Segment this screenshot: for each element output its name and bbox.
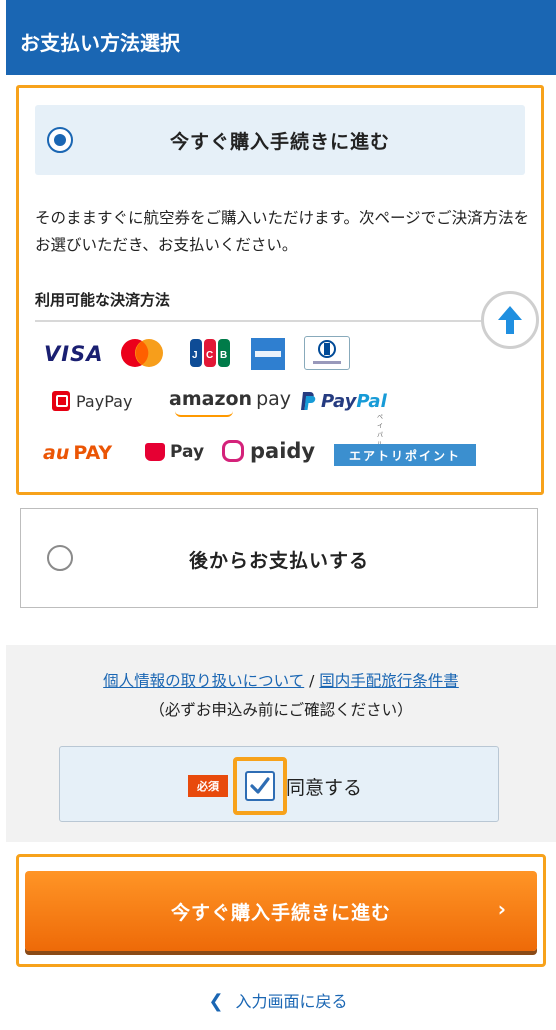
cta-highlight: 今すぐ購入手続きに進む › xyxy=(16,854,546,967)
merpay-logo: Pay xyxy=(145,442,204,462)
agree-box[interactable]: 必須 同意する xyxy=(59,746,499,822)
terms-note: （必ずお申込み前にご確認ください） xyxy=(149,701,413,719)
amazon-pay-brand: amazon xyxy=(169,388,253,410)
paypay-icon xyxy=(52,391,70,411)
au-pay-au: au xyxy=(43,442,70,464)
diners-club-logo xyxy=(304,336,350,370)
merpay-icon xyxy=(145,443,165,461)
au-pay-logo: au PAY xyxy=(43,442,112,464)
page-title: お支払い方法選択 xyxy=(20,31,180,55)
jcb-logo-j: J xyxy=(192,350,198,361)
visa-logo: VISA xyxy=(44,342,104,366)
back-label: 入力画面に戻る xyxy=(235,992,348,1011)
agree-checkbox-highlight xyxy=(233,757,287,815)
payment-option-now[interactable]: 今すぐ購入手続きに進む そのまますぐに航空券をご購入いただけます。次ページでご決… xyxy=(16,85,544,495)
amazon-pay-logo: amazon pay xyxy=(169,388,292,417)
divider xyxy=(35,320,505,322)
merpay-label: Pay xyxy=(170,442,205,462)
option-now-header[interactable]: 今すぐ購入手続きに進む xyxy=(35,105,525,175)
arrow-up-icon xyxy=(498,306,522,334)
paypal-label-a: Pay xyxy=(321,390,357,412)
paypal-label-b: Pal xyxy=(356,390,387,412)
privacy-policy-link[interactable]: 個人情報の取り扱いについて xyxy=(103,672,304,690)
paypal-sub: ペイパル xyxy=(377,414,384,448)
paidy-label: paidy xyxy=(250,439,316,463)
payment-option-later[interactable]: 後からお支払いする xyxy=(20,508,538,608)
required-badge: 必須 xyxy=(188,775,228,797)
amex-logo xyxy=(251,338,285,370)
travel-conditions-link[interactable]: 国内手配旅行条件書 xyxy=(319,672,459,690)
scroll-to-top-button[interactable] xyxy=(481,291,539,349)
agree-checkbox[interactable] xyxy=(245,771,275,801)
paypal-logo: PayPal ペイパル xyxy=(299,390,387,448)
terms-separator: / xyxy=(304,672,320,690)
page-header: お支払い方法選択 xyxy=(6,0,556,75)
chevron-right-icon: › xyxy=(497,897,507,921)
option-later-title: 後からお支払いする xyxy=(188,550,369,572)
option-now-title: 今すぐ購入手続きに進む xyxy=(169,131,390,153)
jcb-logo-c: C xyxy=(206,350,213,361)
jcb-logo-b: B xyxy=(220,350,227,361)
amazon-smile-icon xyxy=(175,411,233,417)
terms-section: 個人情報の取り扱いについて / 国内手配旅行条件書 （必ずお申込み前にご確認くだ… xyxy=(6,645,556,842)
option-now-description: そのまますぐに航空券をご購入いただけます。次ページでご決済方法をお選びいただき、… xyxy=(35,209,530,254)
paypay-logo: PayPay xyxy=(52,391,132,411)
paypay-label: PayPay xyxy=(76,391,133,411)
terms-links: 個人情報の取り扱いについて / 国内手配旅行条件書 xyxy=(6,669,556,691)
chevron-left-icon: ❮ xyxy=(208,991,224,1012)
proceed-purchase-button[interactable]: 今すぐ購入手続きに進む › xyxy=(25,871,537,951)
au-pay-pay: PAY xyxy=(73,442,113,464)
paidy-logo: paidy xyxy=(222,439,315,463)
back-to-input-link[interactable]: ❮ 入力画面に戻る xyxy=(0,988,556,1012)
agree-label[interactable]: 同意する xyxy=(286,773,362,800)
payment-methods-title: 利用可能な決済方法 xyxy=(35,291,171,309)
proceed-purchase-label: 今すぐ購入手続きに進む xyxy=(170,901,391,924)
paidy-icon xyxy=(222,440,244,462)
amazon-pay-suffix: pay xyxy=(256,388,292,410)
airtrip-point-badge: エアトリポイント xyxy=(334,444,476,466)
check-icon xyxy=(250,777,270,794)
jcb-logo: J C B xyxy=(189,337,231,369)
mastercard-logo xyxy=(117,337,167,369)
